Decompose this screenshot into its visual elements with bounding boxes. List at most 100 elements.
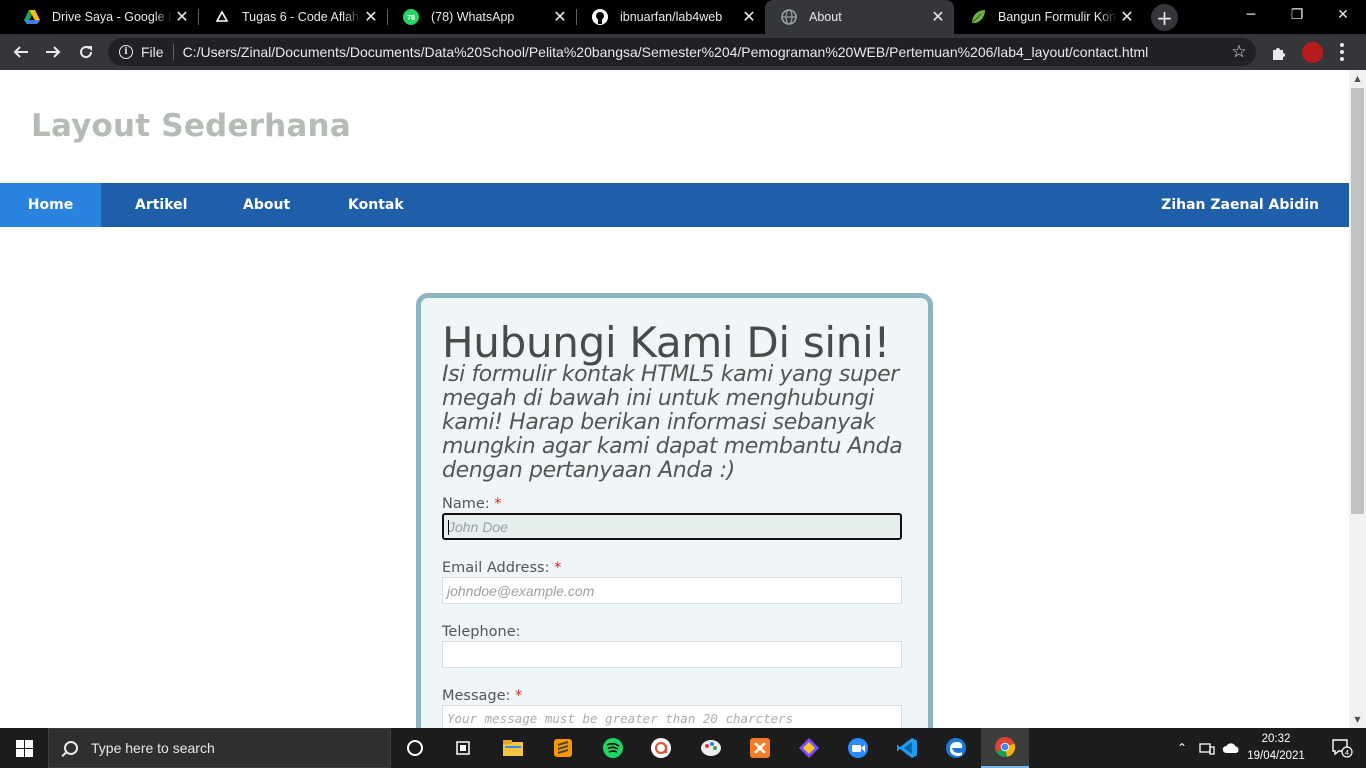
scroll-up-arrow-icon[interactable]: ▲: [1349, 70, 1366, 87]
notification-icon: 4: [1332, 739, 1353, 758]
globe-icon: [781, 9, 797, 25]
network-icon[interactable]: [1196, 728, 1218, 768]
google-drive-icon: [24, 9, 40, 25]
email-placeholder: johndoe@example.com: [447, 582, 595, 599]
new-tab-button[interactable]: +: [1151, 4, 1178, 31]
telephone-label: Telephone:: [442, 624, 521, 640]
whatsapp-badge: 78: [407, 15, 415, 22]
email-label: Email Address: *: [442, 560, 561, 576]
nav-item-home[interactable]: Home: [0, 183, 101, 227]
tab-close-button[interactable]: ✕: [550, 7, 570, 27]
scroll-thumb[interactable]: [1351, 88, 1364, 514]
tab-whatsapp[interactable]: 78 (78) WhatsApp ✕: [387, 0, 576, 34]
start-button[interactable]: [0, 728, 48, 768]
paint-app-icon[interactable]: [687, 728, 735, 768]
browser-menu-icon[interactable]: [1336, 40, 1348, 64]
email-input[interactable]: johndoe@example.com: [442, 577, 902, 604]
email-label-text: Email Address:: [442, 560, 550, 576]
required-mark: *: [515, 688, 523, 704]
nav-item-artikel[interactable]: Artikel: [135, 183, 187, 227]
system-clock[interactable]: 20:32 19/04/2021: [1240, 731, 1312, 765]
notification-count: 4: [1345, 748, 1349, 757]
git-icon[interactable]: [785, 728, 833, 768]
nav-user-name: Zihan Zaenal Abidin: [1161, 197, 1319, 213]
tray-chevron-up-icon[interactable]: ⌃: [1172, 728, 1192, 768]
taskbar-search-placeholder: Type here to search: [91, 740, 215, 756]
edge-icon[interactable]: [932, 728, 980, 768]
notification-center-button[interactable]: 4: [1322, 728, 1362, 768]
message-label: Message: *: [442, 688, 522, 704]
page-scrollbar[interactable]: ▲ ▼: [1349, 70, 1366, 728]
tab-title: Drive Saya - Google Drive: [52, 10, 172, 24]
back-button[interactable]: [6, 37, 36, 67]
tab-codepen[interactable]: Tugas 6 - Code Aflaha Ajanin ✕: [198, 0, 387, 34]
tab-title: ibnuarfan/lab4web: [620, 10, 723, 24]
tab-close-button[interactable]: ✕: [739, 7, 759, 27]
url-text[interactable]: C:/Users/Zinal/Documents/Documents/Data%…: [183, 44, 1226, 60]
tab-contact-form[interactable]: Bangun Formulir Kontak ✕: [954, 0, 1143, 34]
message-label-text: Message:: [442, 688, 511, 704]
maximize-button[interactable]: ❐: [1274, 0, 1320, 30]
github-icon: [592, 9, 608, 25]
zoom-icon[interactable]: [834, 728, 882, 768]
clock-time: 20:32: [1261, 733, 1291, 745]
tab-close-button[interactable]: ✕: [1117, 7, 1137, 27]
xampp-icon[interactable]: [736, 728, 784, 768]
nav-item-about[interactable]: About: [243, 183, 290, 227]
window-close-button[interactable]: ✕: [1320, 0, 1366, 30]
required-mark: *: [494, 496, 502, 512]
tab-google-drive[interactable]: Drive Saya - Google Drive ✕: [8, 0, 198, 34]
forward-button[interactable]: [38, 37, 68, 67]
leaf-icon: [970, 9, 986, 25]
chrome-icon[interactable]: [981, 728, 1029, 768]
address-divider: [172, 44, 174, 60]
minimize-button[interactable]: ─: [1228, 0, 1274, 30]
telephone-label-text: Telephone:: [442, 624, 521, 640]
tab-close-button[interactable]: ✕: [928, 7, 948, 27]
spotify-icon[interactable]: [589, 728, 637, 768]
scheme-label: File: [141, 44, 164, 60]
whatsapp-icon: 78: [403, 9, 419, 25]
tab-title: Bangun Formulir Kontak: [998, 10, 1117, 24]
forward-arrow-icon: [46, 46, 61, 58]
windows-logo-icon: [15, 739, 33, 757]
address-bar[interactable]: i File C:/Users/Zinal/Documents/Document…: [108, 38, 1256, 66]
taskbar-search[interactable]: Type here to search: [48, 728, 391, 768]
message-placeholder: Your message must be greater than 20 cha…: [447, 711, 794, 726]
extensions-puzzle-icon[interactable]: [1268, 42, 1290, 64]
tab-title: About: [809, 10, 842, 24]
tab-github[interactable]: ibnuarfan/lab4web ✕: [576, 0, 765, 34]
name-input[interactable]: John Doe: [442, 513, 902, 540]
scroll-down-arrow-icon[interactable]: ▼: [1349, 711, 1366, 728]
file-explorer-icon[interactable]: [489, 728, 537, 768]
app-a-icon[interactable]: [637, 728, 685, 768]
tab-title: Tugas 6 - Code Aflaha Ajanin: [242, 10, 361, 24]
site-info-icon[interactable]: i: [119, 45, 133, 59]
form-title: Hubungi Kami Di sini!: [442, 318, 890, 367]
tab-close-button[interactable]: ✕: [361, 7, 381, 27]
profile-avatar[interactable]: [1302, 42, 1323, 63]
bookmark-star-icon[interactable]: ☆: [1226, 42, 1252, 62]
onedrive-cloud-icon[interactable]: [1220, 728, 1242, 768]
name-label: Name: *: [442, 496, 502, 512]
vscode-icon[interactable]: [883, 728, 931, 768]
site-title: Layout Sederhana: [31, 108, 351, 144]
page-viewport: Layout Sederhana Home Artikel About Kont…: [0, 70, 1349, 728]
reload-icon: [80, 46, 93, 59]
name-placeholder: John Doe: [448, 518, 508, 535]
sublime-text-icon[interactable]: [539, 728, 587, 768]
tab-about[interactable]: About ✕: [765, 0, 954, 34]
name-label-text: Name:: [442, 496, 490, 512]
tab-close-button[interactable]: ✕: [172, 7, 192, 27]
nav-item-kontak[interactable]: Kontak: [348, 183, 404, 227]
clock-date: 19/04/2021: [1247, 750, 1305, 762]
tab-title: (78) WhatsApp: [431, 10, 515, 24]
required-mark: *: [554, 560, 562, 576]
cortana-icon[interactable]: [391, 728, 439, 768]
search-icon: [64, 741, 78, 755]
task-view-icon[interactable]: [439, 728, 487, 768]
telephone-input[interactable]: [442, 641, 902, 668]
message-textarea[interactable]: Your message must be greater than 20 cha…: [442, 705, 902, 728]
reload-button[interactable]: [71, 37, 101, 67]
contact-form-card: Hubungi Kami Di sini! Isi formulir konta…: [416, 293, 933, 728]
